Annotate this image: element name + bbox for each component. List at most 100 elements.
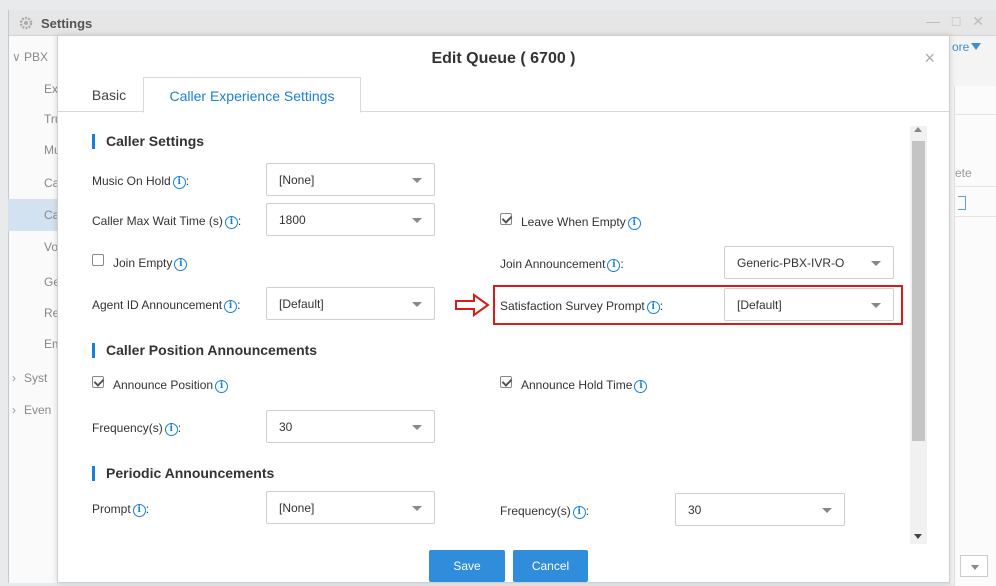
page-size-select[interactable] (960, 555, 988, 577)
section-title-caller-settings: Caller Settings (92, 133, 204, 149)
position-frequency-select[interactable]: 30 (266, 410, 435, 443)
select-value: [None] (279, 501, 315, 515)
caller-max-wait-label: Caller Max Wait Time (s) i: (92, 214, 241, 229)
info-icon[interactable]: i (627, 217, 641, 230)
tab-basic[interactable]: Basic (74, 77, 144, 113)
prompt-select[interactable]: [None] (266, 491, 435, 524)
sidebar-item-events[interactable]: › Even (8, 394, 51, 426)
sidebar-item[interactable]: Re (8, 297, 59, 329)
field-label-text: Caller Max Wait Time (s) (92, 214, 223, 228)
leave-when-empty-checkbox[interactable] (500, 213, 512, 225)
chevron-down-icon (871, 303, 881, 308)
info-icon[interactable]: i (572, 506, 586, 519)
sidebar-item[interactable]: Ge (8, 266, 60, 298)
sidebar-item-pbx[interactable]: ∨ PBX (8, 41, 48, 73)
info-icon[interactable]: i (174, 258, 188, 271)
info-icon[interactable]: i (172, 176, 186, 189)
save-button[interactable]: Save (429, 550, 505, 582)
satisfaction-survey-prompt-label: Satisfaction Survey Prompt i: (500, 299, 663, 314)
announce-position-label: Announce Position i (113, 378, 229, 393)
join-announcement-label: Join Announcement i: (500, 257, 624, 272)
info-icon[interactable]: i (215, 380, 229, 393)
sidebar-item-system[interactable]: › Syst (8, 362, 47, 394)
field-label-text: Announce Position (113, 378, 214, 392)
select-value: [None] (279, 173, 315, 187)
select-value: [Default] (279, 297, 324, 311)
chevron-down-icon (412, 218, 422, 223)
announce-hold-time-checkbox[interactable] (500, 376, 512, 388)
field-label-suffix: : (237, 214, 242, 228)
info-icon[interactable]: i (634, 380, 648, 393)
info-icon[interactable]: i (224, 300, 238, 313)
tab-caller-experience-settings[interactable]: Caller Experience Settings (143, 77, 361, 113)
edit-queue-dialog: Edit Queue ( 6700 ) × Basic Caller Exper… (57, 35, 950, 583)
announce-position-checkbox[interactable] (92, 376, 104, 388)
chevron-down-icon (412, 506, 422, 511)
select-value: [Default] (737, 298, 782, 312)
field-label-text: Join Announcement (500, 257, 606, 271)
window-controls[interactable]: — □ ✕ (926, 13, 988, 30)
section-title-caller-position-announcements: Caller Position Announcements (92, 342, 317, 358)
field-label-text: Satisfaction Survey Prompt (500, 299, 645, 313)
cancel-button[interactable]: Cancel (513, 550, 588, 582)
select-value: 1800 (279, 213, 306, 227)
agent-id-announcement-label: Agent ID Announcement i: (92, 298, 240, 313)
periodic-frequency-label: Frequency(s) i: (500, 504, 589, 519)
bracket-icon[interactable] (958, 196, 966, 210)
close-icon[interactable]: × (924, 49, 935, 67)
sidebar-item[interactable]: Em (8, 328, 62, 360)
caret-down-icon (971, 43, 982, 50)
scrollbar-thumb[interactable] (912, 141, 925, 441)
field-label-suffix: : (620, 257, 624, 271)
sidebar-item-label: Syst (24, 371, 48, 385)
info-icon[interactable]: i (164, 423, 178, 436)
field-label-text: Announce Hold Time (521, 378, 633, 392)
caller-experience-form: Caller Settings Music On Hold i: [None] C… (58, 113, 951, 543)
announce-hold-time-label: Announce Hold Time i (521, 378, 648, 393)
chevron-right-icon: › (12, 403, 16, 417)
music-on-hold-select[interactable]: [None] (266, 163, 435, 196)
dialog-title: Edit Queue ( 6700 ) (431, 50, 576, 67)
scroll-up-arrow-icon[interactable] (914, 127, 922, 132)
sidebar-item[interactable]: Vo (8, 231, 58, 263)
chevron-right-icon: › (12, 371, 16, 385)
satisfaction-survey-prompt-select[interactable]: [Default] (724, 288, 894, 321)
chevron-down-icon (871, 261, 881, 266)
sidebar-item[interactable]: Tru (8, 103, 62, 135)
info-icon[interactable]: i (224, 216, 238, 229)
arrow-right-icon (455, 293, 490, 317)
sidebar-item-label: Ex (44, 82, 59, 96)
info-icon[interactable]: i (607, 259, 621, 272)
sidebar-item[interactable]: Ex (8, 73, 58, 105)
settings-window-title: Settings (41, 16, 93, 31)
info-icon[interactable]: i (132, 504, 146, 517)
scroll-down-arrow-icon[interactable] (914, 534, 922, 539)
field-label-suffix: : (237, 298, 241, 312)
list-divider (954, 114, 996, 115)
select-value: 30 (279, 420, 293, 434)
join-empty-label: Join Empty i (113, 256, 188, 271)
select-value: Generic-PBX-IVR-O (737, 256, 845, 270)
field-label-text: Agent ID Announcement (92, 298, 223, 312)
field-label-suffix: : (585, 504, 590, 518)
join-empty-checkbox[interactable] (92, 254, 104, 266)
info-icon[interactable]: i (646, 301, 660, 314)
sidebar-item-label: Vo (44, 240, 59, 254)
periodic-frequency-select[interactable]: 30 (675, 493, 845, 526)
sidebar-item-label: Even (24, 403, 52, 417)
sidebar-item[interactable]: Mu (8, 134, 61, 166)
field-label-text: Join Empty (113, 256, 173, 270)
join-announcement-select[interactable]: Generic-PBX-IVR-O (724, 246, 894, 279)
caller-max-wait-select[interactable]: 1800 (266, 203, 435, 236)
agent-id-announcement-select[interactable]: [Default] (266, 287, 435, 320)
prompt-label: Prompt i: (92, 502, 149, 517)
field-label-suffix: : (659, 299, 664, 313)
chevron-down-icon: ∨ (12, 50, 21, 64)
chevron-down-icon (412, 425, 422, 430)
chevron-down-icon (822, 508, 832, 513)
sidebar-item[interactable]: Ca (8, 167, 59, 199)
list-divider (954, 186, 996, 187)
column-header-fragment: ete (955, 166, 972, 180)
more-menu[interactable]: ore (952, 40, 982, 54)
sidebar-item-label: PBX (24, 50, 49, 64)
